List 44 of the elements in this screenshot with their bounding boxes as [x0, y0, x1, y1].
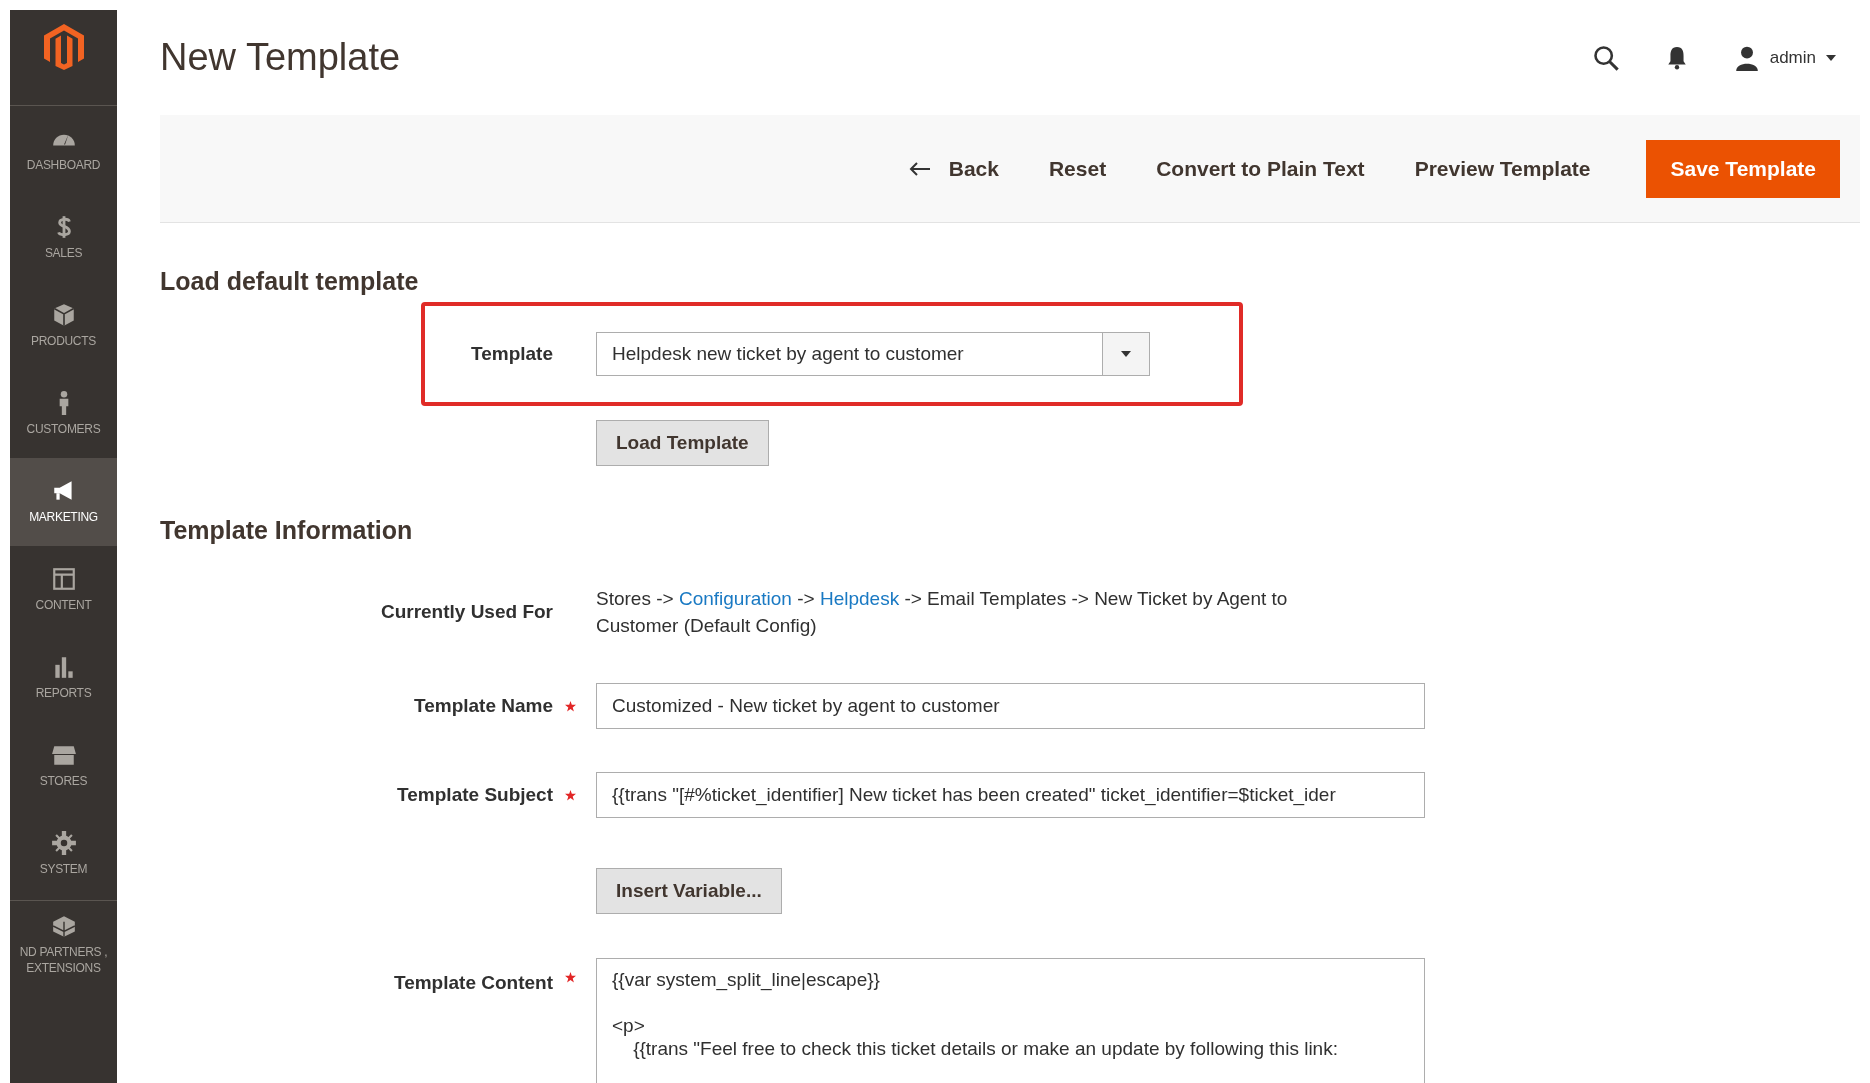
sidebar-item[interactable]: PRODUCTS [10, 282, 117, 370]
toolbar-button[interactable]: Convert to Plain Text [1142, 148, 1379, 189]
field-label: Currently Used For [379, 601, 553, 623]
caret-icon [1121, 351, 1131, 357]
user-menu[interactable]: admin [1733, 44, 1836, 71]
arrow-left-icon [908, 161, 931, 176]
input-field[interactable]: Customized - New ticket by agent to customer [596, 683, 1425, 729]
bell-icon[interactable] [1665, 45, 1688, 70]
input-field[interactable]: {{trans "[#%ticket_identifier] New ticket has been created" ticket_identifier=$ticket_ider [596, 772, 1425, 818]
sidebar-item[interactable]: ND PARTNERS , EXTENSIONS [10, 901, 117, 989]
save-template-button[interactable]: Save Template [1646, 139, 1840, 198]
field-label: Template Subject [396, 784, 553, 806]
field-label: Template Content [392, 971, 553, 994]
section-heading: Load default template [160, 267, 420, 296]
user-name: admin [1769, 47, 1816, 68]
toolbar-button[interactable]: Preview Template [1400, 148, 1605, 189]
load-template-button[interactable]: Load Template [596, 420, 769, 466]
sidebar-item[interactable]: DASHBOARD [10, 106, 117, 194]
caret-icon [1826, 54, 1836, 61]
sidebar-item[interactable]: CONTENT [10, 546, 117, 634]
template-select[interactable]: Helpdesk new ticket by agent to customer [596, 332, 1150, 376]
search-icon[interactable] [1591, 43, 1620, 72]
bricks-icon [50, 913, 77, 940]
sidebar-item[interactable]: SYSTEM [10, 810, 117, 898]
page-title: New Template [160, 36, 401, 79]
sidebar-item[interactable]: CUSTOMERS [10, 370, 117, 458]
gear-icon [50, 830, 77, 857]
logo-icon[interactable] [43, 24, 84, 70]
back-button[interactable]: Back [894, 148, 1013, 189]
field-label: Template Name [412, 695, 553, 717]
user-icon [1733, 44, 1760, 71]
sidebar-item[interactable]: REPORTS [10, 634, 117, 722]
section-heading: Template Information [160, 516, 414, 545]
sidebar-item[interactable]: SALES [10, 194, 117, 282]
field-label: Template [470, 343, 553, 365]
text-area[interactable]: {{var system_split_line|escape}} <p> {{trans "Feel free to check this ticket details or make an update by following this link: [596, 958, 1425, 1083]
usage-path-text: Stores -> Configuration -> Helpdesk -> Email Templates -> New Ticket by Agent to Customer (Default Config) [596, 587, 1289, 638]
sidebar-item[interactable]: MARKETING [10, 458, 117, 546]
breadcrumb-link[interactable]: Helpdesk [819, 588, 900, 609]
breadcrumb-link[interactable]: Configuration [678, 588, 792, 609]
layout-icon [50, 566, 77, 593]
toolbar-button[interactable]: Reset [1034, 148, 1121, 189]
insert-variable-button[interactable]: Insert Variable... [596, 868, 782, 914]
sidebar-item[interactable]: STORES [10, 722, 117, 810]
